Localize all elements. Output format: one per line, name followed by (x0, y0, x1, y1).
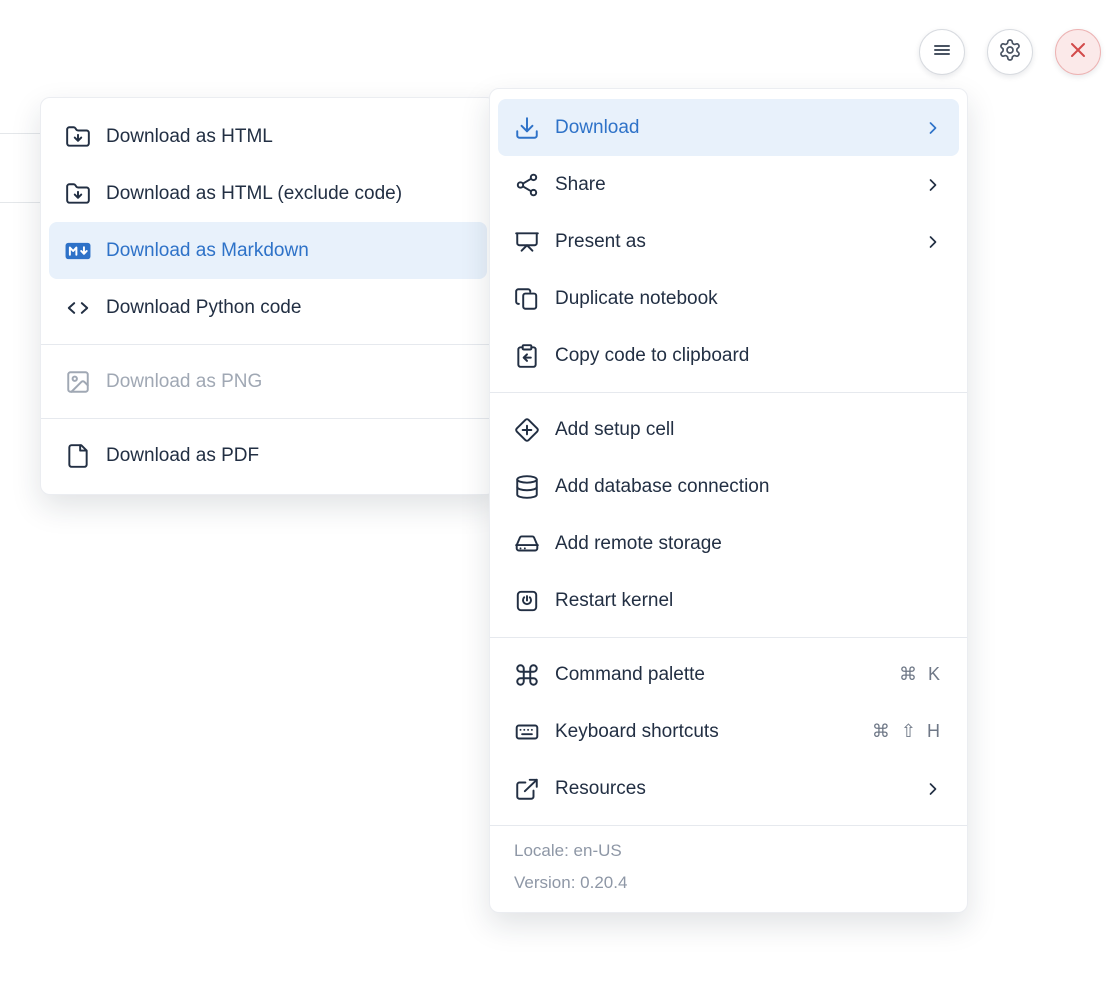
command-icon (514, 662, 540, 688)
menu-item-label: Restart kernel (555, 590, 943, 612)
menu-item-label: Download as PNG (106, 371, 471, 393)
duplicate-icon (514, 286, 540, 312)
menu-item-present-as[interactable]: Present as (498, 213, 959, 270)
menu-item-label: Add setup cell (555, 419, 943, 441)
menu-item-download-python-code[interactable]: Download Python code (49, 279, 487, 336)
menu-item-label: Duplicate notebook (555, 288, 943, 310)
markdown-icon (65, 238, 91, 264)
page-underlay-line (0, 202, 44, 203)
menu-item-download-as-html[interactable]: Download as HTML (49, 108, 487, 165)
menu-item-duplicate-notebook[interactable]: Duplicate notebook (498, 270, 959, 327)
shortcut-hint: ⌘ K (899, 664, 943, 685)
menu-item-label: Download as Markdown (106, 240, 471, 262)
notebook-menu-button[interactable] (919, 29, 965, 75)
menu-item-download[interactable]: Download (498, 99, 959, 156)
power-icon (514, 588, 540, 614)
menu-item-label: Download as PDF (106, 445, 471, 467)
close-icon (1066, 38, 1090, 67)
code-icon (65, 295, 91, 321)
hamburger-icon (930, 38, 954, 67)
image-icon (65, 369, 91, 395)
menu-item-download-as-markdown[interactable]: Download as Markdown (49, 222, 487, 279)
menu-item-share[interactable]: Share (498, 156, 959, 213)
shortcut-hint: ⌘ ⇧ H (872, 721, 943, 742)
menu-item-add-database-connection[interactable]: Add database connection (498, 458, 959, 515)
menu-item-restart-kernel[interactable]: Restart kernel (498, 572, 959, 629)
menu-divider (490, 637, 967, 638)
menu-item-label: Present as (555, 231, 908, 253)
menu-item-label: Download (555, 117, 908, 139)
menu-footer: Locale: en-US Version: 0.20.4 (490, 826, 967, 912)
diamond-plus-icon (514, 417, 540, 443)
menu-item-add-setup-cell[interactable]: Add setup cell (498, 401, 959, 458)
menu-item-label: Download Python code (106, 297, 471, 319)
menu-item-resources[interactable]: Resources (498, 760, 959, 817)
menu-divider (41, 344, 495, 345)
menu-item-label: Download as HTML (106, 126, 471, 148)
menu-item-command-palette[interactable]: Command palette ⌘ K (498, 646, 959, 703)
external-link-icon (514, 776, 540, 802)
chevron-right-icon (923, 118, 943, 138)
chevron-right-icon (923, 232, 943, 252)
menu-item-label: Add remote storage (555, 533, 943, 555)
share-icon (514, 172, 540, 198)
menu-item-add-remote-storage[interactable]: Add remote storage (498, 515, 959, 572)
settings-button[interactable] (987, 29, 1033, 75)
menu-item-label: Resources (555, 778, 908, 800)
keyboard-icon (514, 719, 540, 745)
menu-item-label: Command palette (555, 664, 884, 686)
clipboard-copy-icon (514, 343, 540, 369)
menu-item-download-as-html-exclude-code[interactable]: Download as HTML (exclude code) (49, 165, 487, 222)
menu-item-label: Share (555, 174, 908, 196)
menu-item-label: Keyboard shortcuts (555, 721, 857, 743)
chevron-right-icon (923, 175, 943, 195)
menu-item-download-as-pdf[interactable]: Download as PDF (49, 427, 487, 484)
notebook-menu: Download Share Present as Duplicate note… (489, 88, 968, 913)
menu-item-label: Copy code to clipboard (555, 345, 943, 367)
menu-item-label: Add database connection (555, 476, 943, 498)
chevron-right-icon (923, 779, 943, 799)
menu-divider (490, 392, 967, 393)
version-text: Version: 0.20.4 (514, 867, 943, 899)
menu-divider (41, 418, 495, 419)
database-icon (514, 474, 540, 500)
file-icon (65, 443, 91, 469)
gear-icon (998, 38, 1022, 67)
menu-item-download-as-png: Download as PNG (49, 353, 487, 410)
hard-drive-icon (514, 531, 540, 557)
folder-down-icon (65, 181, 91, 207)
menu-item-keyboard-shortcuts[interactable]: Keyboard shortcuts ⌘ ⇧ H (498, 703, 959, 760)
folder-down-icon (65, 124, 91, 150)
locale-text: Locale: en-US (514, 835, 943, 867)
menu-item-copy-code-to-clipboard[interactable]: Copy code to clipboard (498, 327, 959, 384)
shutdown-button[interactable] (1055, 29, 1101, 75)
menu-item-label: Download as HTML (exclude code) (106, 183, 471, 205)
presentation-icon (514, 229, 540, 255)
download-icon (514, 115, 540, 141)
page-underlay-line (0, 133, 44, 134)
download-submenu: Download as HTML Download as HTML (exclu… (40, 97, 496, 495)
